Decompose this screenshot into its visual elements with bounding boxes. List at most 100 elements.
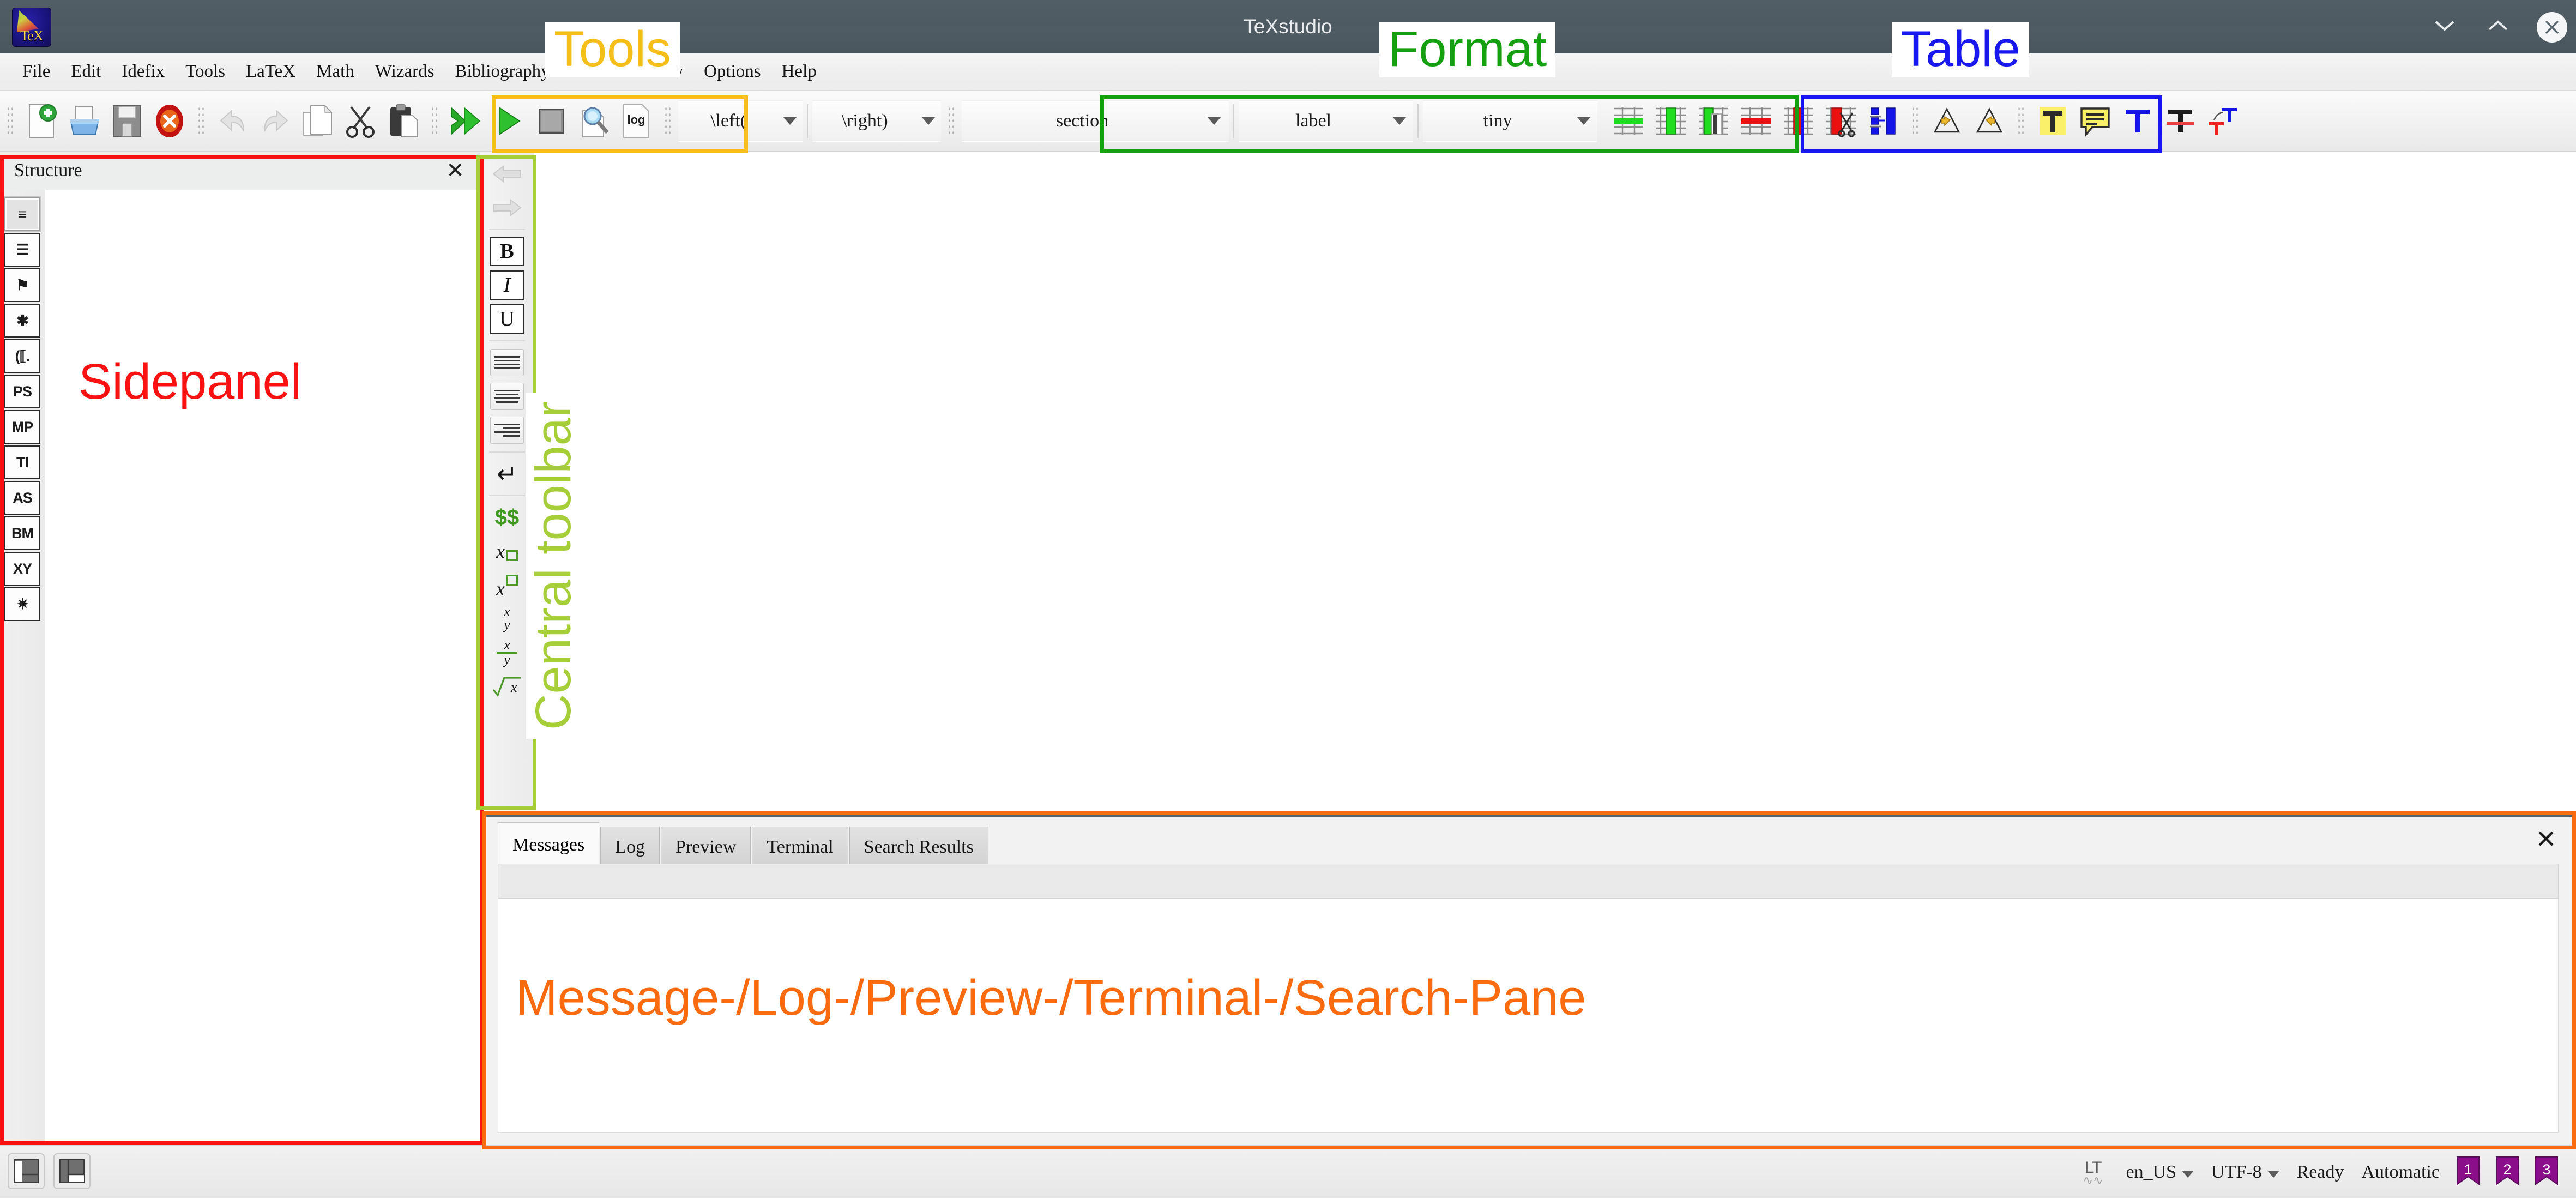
cut-column-button[interactable] xyxy=(1820,100,1862,142)
sidebar-item-as[interactable]: AS xyxy=(4,481,40,515)
new-file-button[interactable] xyxy=(21,100,63,142)
add-column-button[interactable] xyxy=(1650,100,1692,142)
navigate-back-icon[interactable] xyxy=(487,157,527,191)
sidepanel-close-icon[interactable]: ✕ xyxy=(443,158,468,183)
menu-item-bibliography[interactable]: Bibliography xyxy=(444,58,560,85)
menu-item-wizards[interactable]: Wizards xyxy=(365,58,445,85)
paste-column-button[interactable] xyxy=(1692,100,1735,142)
redo-button[interactable] xyxy=(254,100,297,142)
bold-button-glyph: B xyxy=(490,237,524,266)
sidebar-item-symbols-lines[interactable]: ☰ xyxy=(4,233,40,267)
editor-area[interactable] xyxy=(534,152,2576,809)
view-pdf-button[interactable] xyxy=(572,100,615,142)
sidebar-item-brackets[interactable]: (⟦. xyxy=(4,339,40,373)
paste-button[interactable] xyxy=(382,100,424,142)
messages-content[interactable]: Message-/Log-/Preview-/Terminal-/Search-… xyxy=(498,899,2559,1133)
align-left-button[interactable] xyxy=(487,346,527,379)
toolbar-grip-5[interactable] xyxy=(946,104,956,137)
next-change-button[interactable] xyxy=(1968,100,2011,142)
previous-change-button[interactable] xyxy=(1926,100,1968,142)
add-row-button[interactable] xyxy=(1607,100,1650,142)
tab-terminal[interactable]: Terminal xyxy=(752,827,848,867)
toolbar-grip-2[interactable] xyxy=(196,104,206,137)
status-language[interactable]: en_US xyxy=(2117,1162,2203,1183)
toggle-bottom-pane-button[interactable] xyxy=(53,1153,91,1189)
bookmark-3[interactable]: 3 xyxy=(2532,1156,2561,1189)
sidebar-item-bm[interactable]: BM xyxy=(4,516,40,550)
add-comment-button[interactable] xyxy=(2074,100,2116,142)
menu-item-file[interactable]: File xyxy=(12,58,61,85)
remove-row-button[interactable] xyxy=(1735,100,1777,142)
label-combo[interactable]: label xyxy=(1239,100,1413,142)
navigate-forward-icon[interactable] xyxy=(487,191,527,225)
toolbar-grip-3[interactable] xyxy=(430,104,439,137)
stop-button[interactable] xyxy=(530,100,572,142)
compile-button[interactable] xyxy=(487,100,530,142)
sidebar-item-misc[interactable]: ✷ xyxy=(4,587,40,621)
underline-button[interactable]: U xyxy=(487,302,527,336)
tab-log[interactable]: Log xyxy=(600,827,660,867)
highlight-text-button[interactable] xyxy=(2031,100,2074,142)
replace-text-button[interactable] xyxy=(2201,100,2244,142)
tab-search-results[interactable]: Search Results xyxy=(849,827,988,867)
sidebar-item-ti[interactable]: TI xyxy=(4,445,40,479)
insert-text-button[interactable] xyxy=(2116,100,2159,142)
copy-button[interactable] xyxy=(297,100,339,142)
sidebar-item-math-symbols[interactable]: ✱ xyxy=(4,304,40,338)
languagetool-icon[interactable]: LT ∿∿ xyxy=(2083,1160,2103,1186)
bold-button[interactable]: B xyxy=(487,234,527,268)
menu-item-latex[interactable]: LaTeX xyxy=(236,58,306,85)
bookmark-2[interactable]: 2 xyxy=(2493,1156,2521,1189)
bookmark-1[interactable]: 1 xyxy=(2454,1156,2482,1189)
view-log-button[interactable]: log xyxy=(615,100,657,142)
menu-item-options[interactable]: Options xyxy=(693,58,771,85)
right-bracket-combo[interactable]: \right) xyxy=(812,100,941,142)
sidebar-item-mp[interactable]: MP xyxy=(4,410,40,444)
toolbar-grip[interactable] xyxy=(5,104,15,137)
sidebar-item-bookmarks[interactable]: ⚑ xyxy=(4,268,40,302)
tab-messages[interactable]: Messages xyxy=(498,822,600,867)
sidebar-item-ps[interactable]: PS xyxy=(4,375,40,408)
open-file-button[interactable] xyxy=(63,100,106,142)
menu-item-idefix[interactable]: Idefix xyxy=(111,58,175,85)
toolbar-grip-7[interactable] xyxy=(2016,104,2026,137)
align-columns-button[interactable] xyxy=(1862,100,1905,142)
close-document-button[interactable] xyxy=(148,100,191,142)
sqrt-button[interactable]: x xyxy=(487,670,527,703)
menu-item-edit[interactable]: Edit xyxy=(61,58,111,85)
sidebar-item-xy[interactable]: XY xyxy=(4,552,40,586)
pane-splitter[interactable] xyxy=(482,814,2576,817)
minimize-window-button[interactable] xyxy=(2430,12,2459,41)
toolbar-grip-6[interactable] xyxy=(1910,104,1920,137)
subscript-button[interactable]: x xyxy=(487,534,527,568)
fontsize-combo[interactable]: tiny xyxy=(1423,100,1597,142)
toggle-sidepanel-button[interactable] xyxy=(8,1153,45,1189)
sidebar-item-structure[interactable]: ≡ xyxy=(4,197,40,231)
remove-column-button[interactable] xyxy=(1777,100,1820,142)
close-window-button[interactable] xyxy=(2537,12,2567,43)
menu-item-help[interactable]: Help xyxy=(771,58,827,85)
menu-item-tools[interactable]: Tools xyxy=(175,58,236,85)
undo-button[interactable] xyxy=(212,100,254,142)
fraction-button[interactable]: xy xyxy=(487,602,527,636)
status-encoding[interactable]: UTF-8 xyxy=(2203,1162,2288,1183)
delete-text-button[interactable] xyxy=(2159,100,2201,142)
section-combo[interactable]: section xyxy=(962,100,1229,142)
toolbar-grip-4[interactable] xyxy=(663,104,673,137)
structure-tree-view[interactable] xyxy=(45,190,480,1145)
menu-item-math[interactable]: Math xyxy=(306,58,365,85)
inline-math-button[interactable]: $$ xyxy=(487,501,527,534)
align-center-button[interactable] xyxy=(487,379,527,413)
superscript-button[interactable]: x xyxy=(487,568,527,602)
build-and-view-button[interactable] xyxy=(445,100,487,142)
tab-preview[interactable]: Preview xyxy=(660,827,751,867)
newline-button[interactable]: ↵ xyxy=(487,457,527,491)
maximize-window-button[interactable] xyxy=(2483,12,2513,41)
italic-button[interactable]: I xyxy=(487,268,527,302)
align-right-button[interactable] xyxy=(487,413,527,447)
dfrac-button[interactable]: xy xyxy=(487,636,527,670)
left-bracket-combo[interactable]: \left( xyxy=(678,100,803,142)
cut-button[interactable] xyxy=(339,100,382,142)
output-pane-close-icon[interactable]: ✕ xyxy=(2530,823,2562,855)
save-file-button[interactable] xyxy=(106,100,148,142)
